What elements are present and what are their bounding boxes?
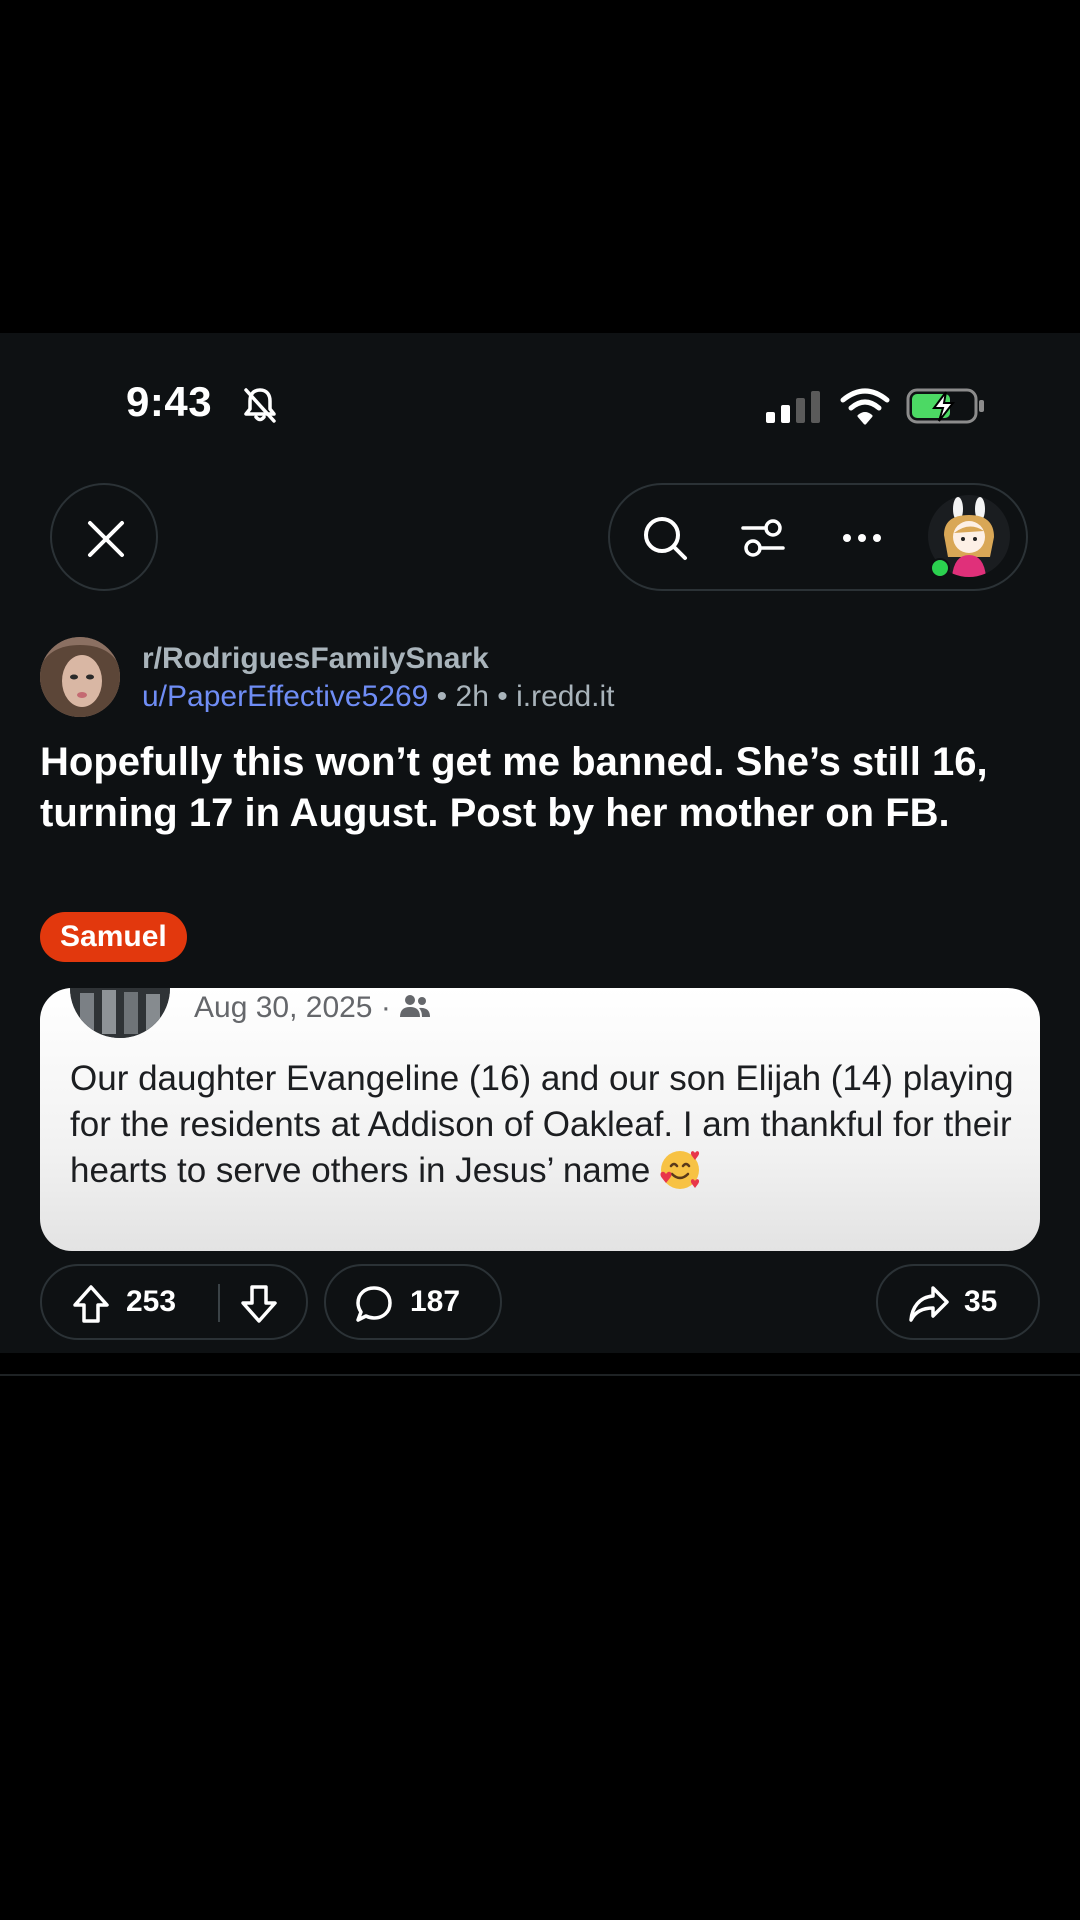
post-meta: u/PaperEffective5269 • 2h • i.redd.it bbox=[142, 680, 615, 714]
close-icon bbox=[88, 521, 124, 557]
vote-divider bbox=[218, 1284, 220, 1322]
post-flair[interactable]: Samuel bbox=[40, 912, 187, 962]
meta-separator: • bbox=[497, 680, 508, 713]
more-icon[interactable] bbox=[842, 528, 882, 548]
divider bbox=[0, 1374, 1080, 1376]
fb-post-body: Our daughter Evangeline (16) and our son… bbox=[70, 1059, 1014, 1190]
downvote-icon[interactable] bbox=[240, 1284, 278, 1324]
fb-post-date: Aug 30, 2025 · bbox=[194, 991, 431, 1025]
share-icon bbox=[909, 1286, 949, 1322]
wifi-icon bbox=[840, 388, 890, 425]
battery-charging-icon bbox=[906, 388, 984, 424]
online-status-dot bbox=[930, 558, 950, 578]
fb-post-text: Our daughter Evangeline (16) and our son… bbox=[70, 1056, 1020, 1194]
share-button[interactable]: 35 bbox=[876, 1264, 1040, 1340]
upvote-count: 253 bbox=[126, 1285, 177, 1318]
fb-date-text: Aug 30, 2025 · bbox=[194, 991, 391, 1024]
fb-profile-avatar bbox=[70, 988, 170, 1038]
smiling-face-with-hearts-icon bbox=[660, 1151, 700, 1189]
status-time: 9:43 bbox=[126, 378, 213, 425]
comments-button[interactable]: 187 bbox=[324, 1264, 502, 1340]
post-age: 2h bbox=[455, 680, 489, 713]
subreddit-avatar[interactable] bbox=[40, 637, 120, 717]
friends-icon bbox=[400, 995, 431, 1017]
filter-icon[interactable] bbox=[740, 515, 786, 561]
upvote-icon[interactable] bbox=[72, 1284, 110, 1324]
post-title[interactable]: Hopefully this won’t get me banned. She’… bbox=[40, 737, 1040, 839]
author-link[interactable]: u/PaperEffective5269 bbox=[142, 680, 428, 713]
vote-bar: 253 bbox=[40, 1264, 308, 1340]
subreddit-name[interactable]: r/RodriguesFamilySnark bbox=[142, 642, 489, 676]
close-button[interactable] bbox=[50, 483, 158, 591]
signal-icon bbox=[766, 391, 820, 423]
comment-count: 187 bbox=[410, 1285, 461, 1318]
share-count: 35 bbox=[964, 1285, 998, 1318]
search-icon[interactable] bbox=[642, 515, 688, 561]
post-image[interactable]: Aug 30, 2025 · Our daughter Evangeline (… bbox=[40, 988, 1040, 1251]
meta-separator: • bbox=[436, 680, 448, 713]
bell-off-icon bbox=[244, 388, 276, 423]
post-domain[interactable]: i.redd.it bbox=[516, 680, 614, 713]
comment-icon bbox=[356, 1286, 392, 1322]
